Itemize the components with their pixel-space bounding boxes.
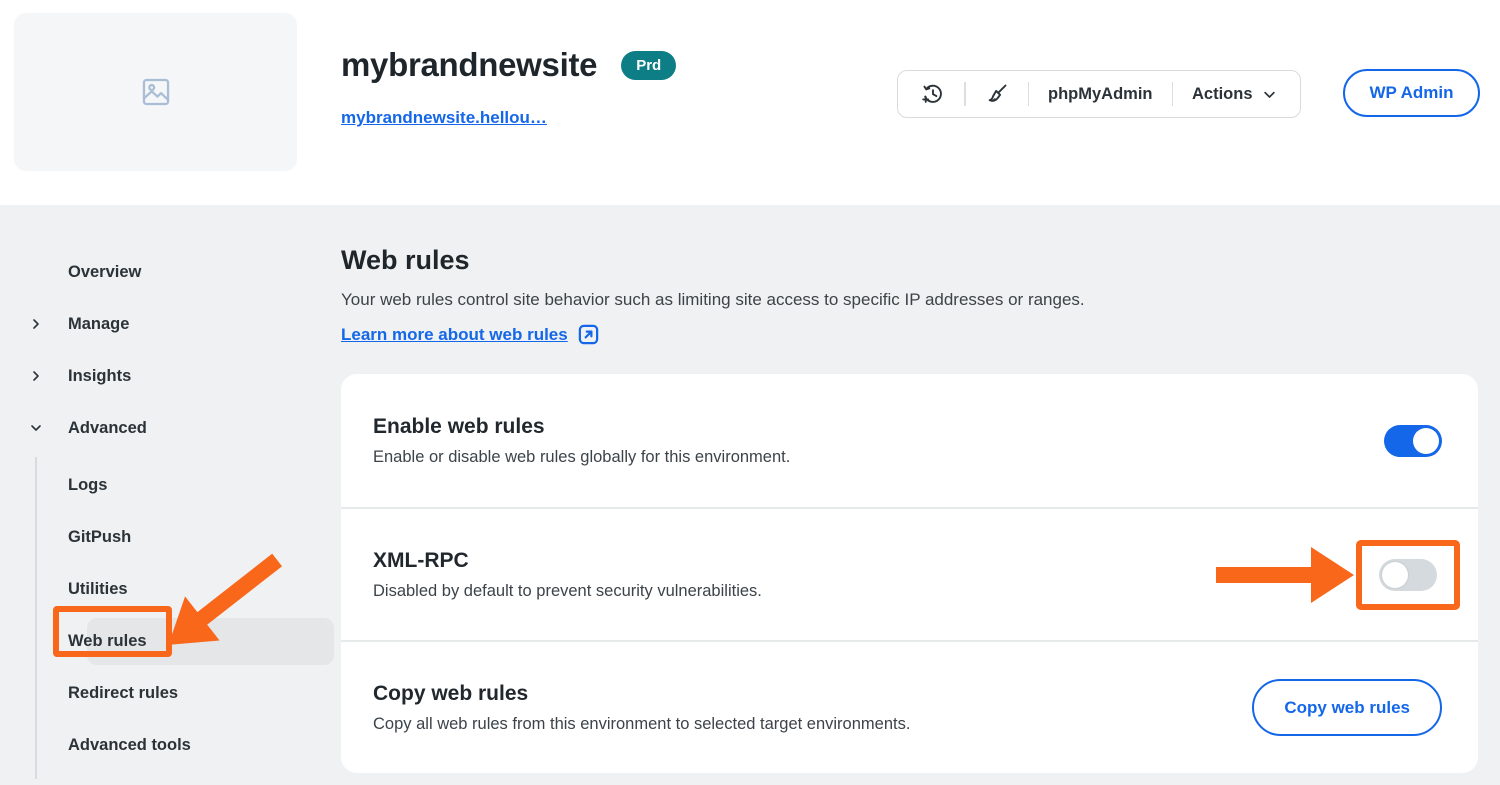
sidebar-item-advanced[interactable]: Advanced	[0, 405, 341, 451]
setting-title: Enable web rules	[373, 415, 790, 439]
learn-more-link[interactable]: Learn more about web rules	[341, 325, 568, 345]
setting-title: Copy web rules	[373, 682, 910, 706]
setting-text: XML-RPC Disabled by default to prevent s…	[373, 549, 762, 601]
sidebar-item-label: Web rules	[68, 632, 147, 651]
toggle-knob	[1413, 428, 1439, 454]
page-description: Your web rules control site behavior suc…	[341, 290, 1478, 310]
main-panel: Web rules Your web rules control site be…	[341, 205, 1478, 773]
chevron-down-icon	[30, 422, 44, 434]
actions-dropdown[interactable]: Actions	[1173, 71, 1296, 117]
sidebar-item-advanced-tools[interactable]: Advanced tools	[37, 719, 341, 771]
copy-web-rules-button[interactable]: Copy web rules	[1252, 679, 1442, 736]
toggle-knob	[1382, 562, 1408, 588]
setting-row-enable-web-rules: Enable web rules Enable or disable web r…	[341, 374, 1478, 507]
sidebar-item-label: Insights	[68, 367, 131, 386]
web-rules-card: Enable web rules Enable or disable web r…	[341, 374, 1478, 773]
image-placeholder-icon	[139, 75, 173, 109]
history-restore-icon	[921, 82, 945, 106]
actions-label: Actions	[1192, 85, 1253, 104]
sidebar-item-label: Advanced tools	[68, 736, 191, 755]
sidebar-advanced-subnav: Logs GitPush Utilities Web rules Redirec…	[35, 457, 341, 779]
site-title-block: mybrandnewsite Prd mybrandnewsite.hellou…	[341, 46, 676, 128]
setting-text: Copy web rules Copy all web rules from t…	[373, 682, 910, 734]
sidebar-item-label: Utilities	[68, 580, 128, 599]
quick-actions-toolbar: phpMyAdmin Actions	[897, 70, 1301, 118]
environment-settings-page: mybrandnewsite Prd mybrandnewsite.hellou…	[0, 0, 1500, 785]
sidebar-item-label: Overview	[68, 263, 141, 282]
setting-description: Enable or disable web rules globally for…	[373, 448, 790, 467]
annotation-arrow-xml-rpc	[1216, 545, 1356, 605]
site-thumbnail	[14, 13, 297, 171]
phpmyadmin-button[interactable]: phpMyAdmin	[1029, 71, 1172, 117]
setting-row-copy-web-rules: Copy web rules Copy all web rules from t…	[341, 640, 1478, 773]
clear-cache-button[interactable]	[966, 71, 1028, 117]
sidebar-item-gitpush[interactable]: GitPush	[37, 511, 341, 563]
setting-description: Disabled by default to prevent security …	[373, 582, 762, 601]
sidebar-item-manage[interactable]: Manage	[0, 301, 341, 347]
sidebar-item-utilities[interactable]: Utilities	[37, 563, 341, 615]
phpmyadmin-label: phpMyAdmin	[1048, 85, 1153, 104]
xml-rpc-toggle[interactable]	[1379, 559, 1437, 591]
learn-more-row: Learn more about web rules	[341, 323, 1478, 346]
sidebar: Overview Manage Insights Advanced	[0, 205, 341, 785]
chevron-right-icon	[30, 318, 44, 330]
external-link-icon	[577, 323, 600, 346]
sidebar-item-redirect-rules[interactable]: Redirect rules	[37, 667, 341, 719]
broom-icon	[985, 82, 1009, 106]
sidebar-item-label: Logs	[68, 476, 107, 495]
enable-web-rules-toggle[interactable]	[1384, 425, 1442, 457]
setting-title: XML-RPC	[373, 549, 762, 573]
content-area: Overview Manage Insights Advanced	[0, 205, 1500, 785]
setting-description: Copy all web rules from this environment…	[373, 715, 910, 734]
sidebar-item-label: Redirect rules	[68, 684, 178, 703]
sidebar-item-label: GitPush	[68, 528, 131, 547]
backup-restore-button[interactable]	[902, 71, 964, 117]
site-header: mybrandnewsite Prd mybrandnewsite.hellou…	[0, 0, 1500, 205]
sidebar-item-logs[interactable]: Logs	[37, 459, 341, 511]
setting-row-xml-rpc: XML-RPC Disabled by default to prevent s…	[341, 507, 1478, 640]
setting-text: Enable web rules Enable or disable web r…	[373, 415, 790, 467]
site-name: mybrandnewsite	[341, 46, 597, 84]
page-title: Web rules	[341, 245, 1478, 276]
sidebar-item-overview[interactable]: Overview	[0, 249, 341, 295]
wp-admin-button[interactable]: WP Admin	[1343, 69, 1480, 117]
site-url-link[interactable]: mybrandnewsite.hellou…	[341, 108, 547, 128]
sidebar-item-label: Advanced	[68, 419, 147, 438]
chevron-down-icon	[1262, 87, 1277, 102]
sidebar-item-web-rules[interactable]: Web rules	[37, 615, 341, 667]
annotation-box-xml-rpc-toggle	[1356, 540, 1460, 610]
sidebar-item-insights[interactable]: Insights	[0, 353, 341, 399]
chevron-right-icon	[30, 370, 44, 382]
environment-badge: Prd	[621, 51, 676, 80]
sidebar-item-label: Manage	[68, 315, 129, 334]
